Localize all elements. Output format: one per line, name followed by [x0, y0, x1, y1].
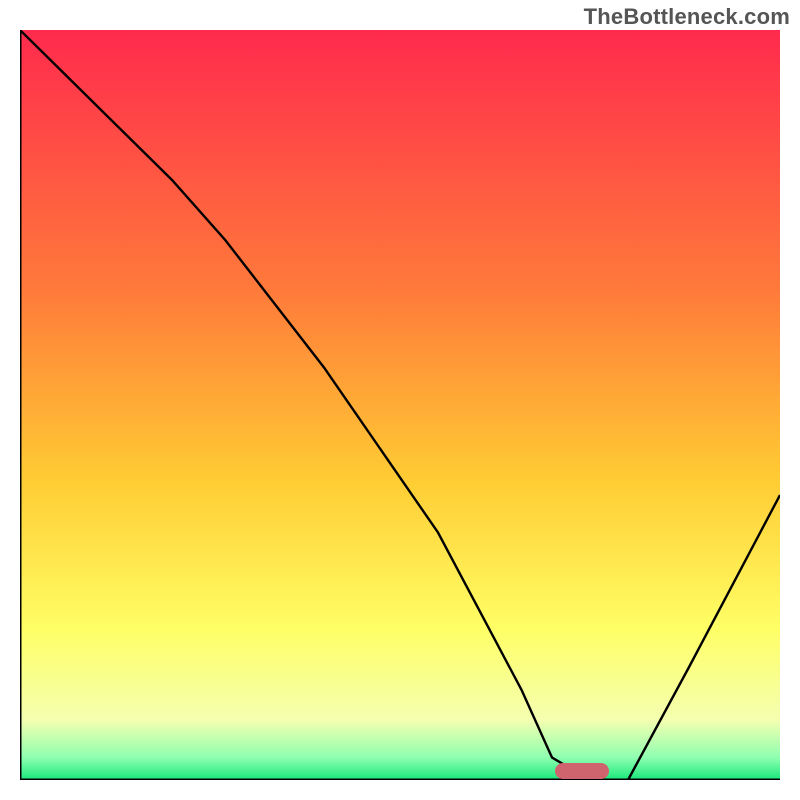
watermark-text: TheBottleneck.com [584, 4, 790, 30]
chart-plot [20, 30, 780, 780]
chart-container: { "watermark": "TheBottleneck.com", "cha… [0, 0, 800, 800]
optimum-marker [555, 763, 609, 779]
